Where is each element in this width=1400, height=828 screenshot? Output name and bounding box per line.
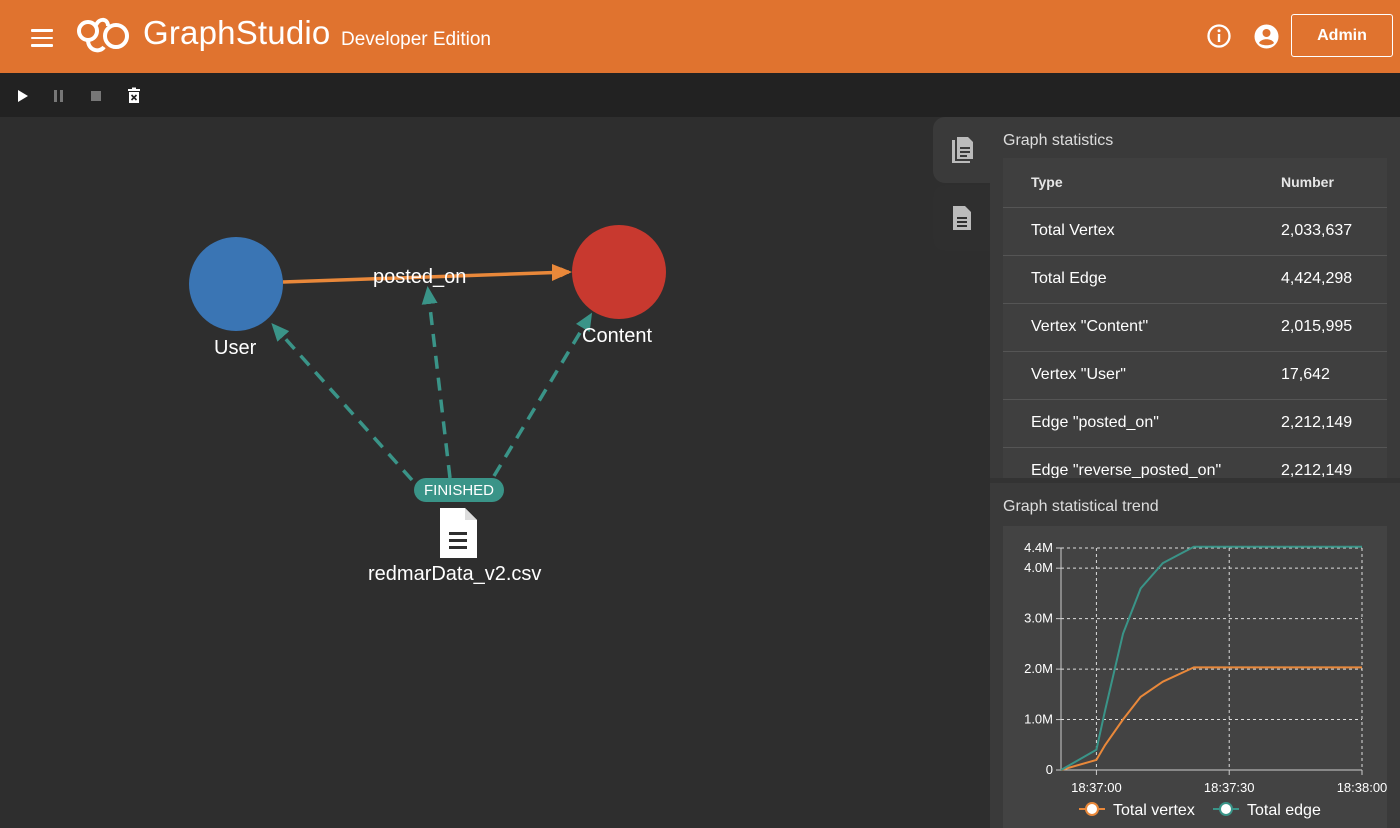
row-number: 2,212,149 [1253,399,1387,448]
y-tick-label: 2.0M [1024,661,1053,676]
vertex-user[interactable] [189,237,283,331]
row-type: Edge "reverse_posted_on" [1003,447,1253,478]
stats-title: Graph statistics [1003,132,1114,149]
column-header-type: Type [1003,158,1253,208]
series-line [1060,666,1362,771]
column-header-number: Number [1253,158,1387,208]
graphstudio-logo [77,17,129,53]
table-row: Vertex "User" 17,642 [1003,351,1387,400]
play-icon[interactable] [13,86,33,106]
app-header: GraphStudio Developer Edition Admin [0,0,1400,73]
file-icon[interactable] [437,508,479,558]
x-tick-label: 18:38:00 [1337,780,1387,795]
trend-chart: 0 1.0M 2.0M 3.0M 4.0M 4.4M 18:37:00 18:37:30 18:… [1024,540,1387,819]
panel-divider[interactable] [990,478,1400,483]
status-badge: FINISHED [414,478,504,502]
info-icon[interactable] [1206,23,1232,49]
vertex-content[interactable] [572,225,666,319]
document-icon [952,206,971,230]
edge-label: posted_on [373,266,467,288]
row-number: 2,212,149 [1253,447,1387,478]
row-number: 2,015,995 [1253,303,1387,352]
stop-icon[interactable] [86,86,106,106]
y-tick-label: 3.0M [1024,611,1053,626]
brand-name: GraphStudio [143,14,331,51]
row-type: Edge "posted_on" [1003,399,1253,448]
table-row: Edge "posted_on" 2,212,149 [1003,399,1387,448]
legend-marker [1085,802,1099,816]
row-type: Total Edge [1003,255,1253,304]
series-line [1060,545,1362,771]
table-row: Total Vertex 2,033,637 [1003,207,1387,256]
load-line-content [492,312,593,477]
menu-icon[interactable] [28,24,56,50]
x-tick-label: 18:37:00 [1071,780,1122,795]
vertex-user-label: User [214,337,257,359]
y-tick-label: 1.0M [1024,712,1053,727]
x-tick-label: 18:37:30 [1204,780,1255,795]
edition-label: Developer Edition [341,29,491,50]
pause-icon[interactable] [49,86,69,106]
y-tick-label: 4.4M [1024,540,1053,555]
row-number: 17,642 [1253,351,1387,400]
load-line-edge [421,286,452,479]
admin-button[interactable]: Admin [1291,14,1393,57]
y-tick-label: 4.0M [1024,560,1053,575]
row-type: Total Vertex [1003,207,1253,256]
legend-label: Total edge [1247,802,1321,819]
table-header-row: Type Number [1003,158,1387,208]
row-type: Vertex "User" [1003,351,1253,400]
stats-table[interactable]: Type Number Total Vertex 2,033,637 Total … [1003,158,1387,478]
tab-statistics[interactable] [933,117,990,183]
legend-label: Total vertex [1113,802,1195,819]
row-number: 2,033,637 [1253,207,1387,256]
account-icon[interactable] [1253,23,1280,50]
graph-schema-diagram [189,225,666,482]
y-tick-label: 0 [1046,762,1053,777]
table-row: Vertex "Content" 2,015,995 [1003,303,1387,352]
table-row: Total Edge 4,424,298 [1003,255,1387,304]
vertex-content-label: Content [582,325,653,347]
trend-title: Graph statistical trend [1003,498,1159,515]
tab-document[interactable] [933,185,990,251]
file-name: redmarData_v2.csv [368,563,542,585]
load-line-user [271,323,414,482]
table-row: Edge "reverse_posted_on" 2,212,149 [1003,447,1387,478]
clear-icon[interactable] [124,86,144,106]
row-type: Vertex "Content" [1003,303,1253,352]
copy-document-icon [951,137,973,163]
toolbar [0,73,1400,117]
legend-marker [1219,802,1233,816]
row-number: 4,424,298 [1253,255,1387,304]
